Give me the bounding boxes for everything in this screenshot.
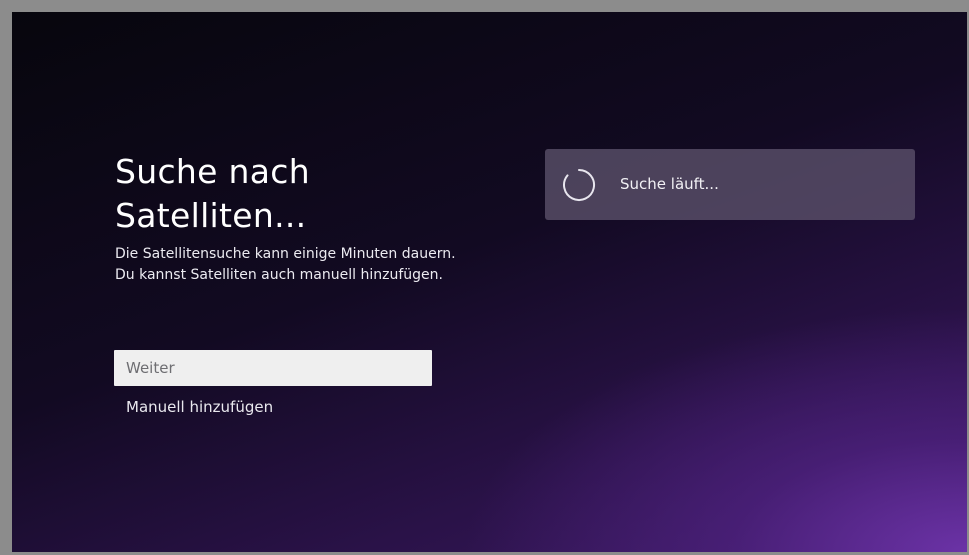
search-status-panel: Suche läuft... (545, 149, 915, 220)
tv-screen: Suche nach Satelliten... Die Satellitens… (12, 12, 967, 552)
page-title: Suche nach Satelliten... (115, 152, 310, 235)
tv-frame: Suche nach Satelliten... Die Satellitens… (0, 0, 969, 555)
loading-spinner-icon (562, 168, 596, 202)
add-manually-button[interactable]: Manuell hinzufügen (114, 392, 432, 422)
page-description: Die Satellitensuche kann einige Minuten … (115, 246, 456, 283)
continue-button[interactable]: Weiter (114, 350, 432, 386)
status-text: Suche läuft... (620, 175, 719, 193)
